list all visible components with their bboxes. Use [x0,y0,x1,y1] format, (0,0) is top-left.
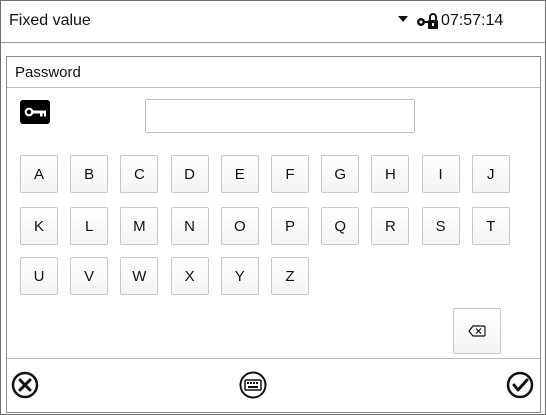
key-x[interactable]: X [170,257,209,295]
status-time: 07:57:14 [441,12,504,29]
backspace-button[interactable] [453,308,501,354]
key-icon [20,100,50,124]
key-j[interactable]: J [471,155,510,193]
key-n[interactable]: N [170,207,209,245]
dialog-title: Password [15,64,81,81]
key-f[interactable]: F [271,155,309,193]
lock-icon [417,13,438,29]
keyboard-icon [239,371,267,399]
key-w[interactable]: W [120,257,159,295]
password-dialog: Password ABCDEFGHIJ KLMNOPQRST UVWXYZ [6,56,541,413]
dialog-footer [7,358,540,412]
key-y[interactable]: Y [220,257,259,295]
key-z[interactable]: Z [271,257,309,295]
key-e[interactable]: E [220,155,259,193]
chevron-down-icon[interactable] [398,16,408,22]
key-l[interactable]: L [70,207,109,245]
password-input[interactable] [145,99,415,133]
key-m[interactable]: M [120,207,159,245]
close-circle-icon [11,371,39,399]
keyboard-button[interactable] [235,367,271,403]
key-t[interactable]: T [471,207,510,245]
dialog-header: Password [7,57,540,88]
key-u[interactable]: U [20,257,58,295]
screen: Fixed value 07:57:14 Password ABCDEFGHIJ… [0,0,546,415]
key-d[interactable]: D [170,155,209,193]
key-g[interactable]: G [321,155,360,193]
check-circle-icon [506,371,534,399]
key-p[interactable]: P [271,207,309,245]
key-k[interactable]: K [20,207,58,245]
backspace-icon [468,325,486,337]
confirm-button[interactable] [502,367,538,403]
key-i[interactable]: I [421,155,460,193]
cancel-button[interactable] [7,367,43,403]
key-o[interactable]: O [220,207,259,245]
key-h[interactable]: H [371,155,410,193]
key-v[interactable]: V [70,257,109,295]
key-a[interactable]: A [20,155,58,193]
status-bar: Fixed value 07:57:14 [1,1,545,43]
key-r[interactable]: R [371,207,410,245]
key-s[interactable]: S [421,207,460,245]
key-b[interactable]: B [70,155,109,193]
key-q[interactable]: Q [321,207,360,245]
status-title: Fixed value [9,12,91,29]
key-c[interactable]: C [120,155,159,193]
